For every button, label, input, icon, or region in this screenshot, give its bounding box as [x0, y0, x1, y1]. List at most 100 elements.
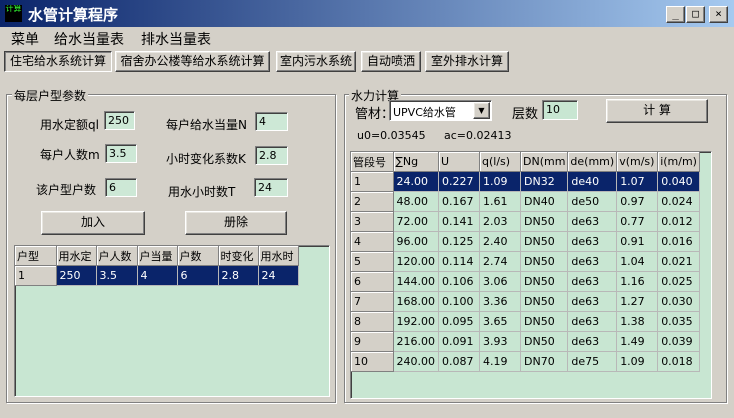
table-row[interactable]: 6 144.00 0.106 3.06 DN50 de63 1.16 0.025: [351, 271, 700, 292]
maximize-button[interactable]: □: [686, 6, 705, 23]
table-cell[interactable]: 3.93: [479, 331, 521, 352]
row-header-cell[interactable]: 2: [351, 191, 394, 212]
table-cell[interactable]: de63: [567, 211, 618, 232]
table-cell[interactable]: de63: [567, 271, 618, 292]
table-row[interactable]: 1 250 3.5 4 6 2.8 24: [15, 265, 299, 286]
col-header[interactable]: DN(mm: [520, 152, 569, 172]
table-cell[interactable]: 3.36: [479, 291, 521, 312]
minimize-button[interactable]: _: [666, 6, 685, 23]
table-cell[interactable]: 0.100: [438, 291, 480, 312]
table-cell[interactable]: DN70: [520, 351, 569, 372]
table-cell[interactable]: 1.49: [616, 331, 659, 352]
col-header[interactable]: 用水定: [56, 246, 97, 266]
table-cell[interactable]: DN50: [520, 311, 569, 332]
col-header[interactable]: 户当量: [137, 246, 178, 266]
households-input[interactable]: 6: [105, 178, 137, 197]
row-header-cell[interactable]: 6: [351, 271, 394, 292]
row-header-cell[interactable]: 5: [351, 251, 394, 272]
table-cell[interactable]: DN50: [520, 331, 569, 352]
row-header-cell[interactable]: 9: [351, 331, 394, 352]
table-cell[interactable]: 0.97: [616, 191, 659, 212]
table-cell[interactable]: de63: [567, 311, 618, 332]
table-cell[interactable]: 1.09: [479, 171, 521, 192]
household-table[interactable]: 户型 用水定 户人数 户当量 户数 时变化 用水时 1 250 3.5 4 6 …: [14, 245, 330, 397]
table-cell[interactable]: 0.030: [657, 291, 700, 312]
table-cell[interactable]: 120.00: [393, 251, 439, 272]
table-cell[interactable]: 0.125: [438, 231, 480, 252]
table-cell[interactable]: 1.38: [616, 311, 659, 332]
table-cell[interactable]: 3.06: [479, 271, 521, 292]
table-cell[interactable]: 1.61: [479, 191, 521, 212]
table-cell[interactable]: 168.00: [393, 291, 439, 312]
table-cell[interactable]: 0.087: [438, 351, 480, 372]
tab-auto-sprinkler[interactable]: 自动喷洒: [361, 51, 421, 72]
table-row[interactable]: 10 240.00 0.087 4.19 DN70 de75 1.09 0.018: [351, 351, 700, 372]
table-cell[interactable]: 250: [56, 265, 97, 286]
col-header[interactable]: 时变化: [218, 246, 259, 266]
col-header[interactable]: 用水时: [258, 246, 299, 266]
table-row[interactable]: 3 72.00 0.141 2.03 DN50 de63 0.77 0.012: [351, 211, 700, 232]
table-cell[interactable]: 2.74: [479, 251, 521, 272]
row-header-cell[interactable]: 10: [351, 351, 394, 372]
table-cell[interactable]: 3.5: [96, 265, 138, 286]
floors-input[interactable]: 10: [542, 100, 578, 120]
col-header[interactable]: U: [438, 152, 480, 172]
table-cell[interactable]: 0.016: [657, 231, 700, 252]
row-header-cell[interactable]: 1: [351, 171, 394, 192]
hour-coef-input[interactable]: 2.8: [255, 146, 288, 165]
table-cell[interactable]: 0.025: [657, 271, 700, 292]
hours-input[interactable]: 24: [254, 178, 288, 197]
menu-item-supply-equiv[interactable]: 给水当量表: [54, 29, 124, 49]
table-cell[interactable]: 0.012: [657, 211, 700, 232]
table-cell[interactable]: 1.16: [616, 271, 659, 292]
col-header[interactable]: 户数: [177, 246, 219, 266]
close-button[interactable]: ×: [709, 6, 728, 23]
table-cell[interactable]: 96.00: [393, 231, 439, 252]
table-cell[interactable]: 24.00: [393, 171, 439, 192]
menu-item-drain-equiv[interactable]: 排水当量表: [141, 29, 211, 49]
table-cell[interactable]: 0.091: [438, 331, 480, 352]
calculate-button[interactable]: 计 算: [606, 99, 708, 123]
table-cell[interactable]: 216.00: [393, 331, 439, 352]
col-header[interactable]: 管段号: [351, 152, 394, 172]
table-cell[interactable]: DN50: [520, 251, 569, 272]
table-row[interactable]: 4 96.00 0.125 2.40 DN50 de63 0.91 0.016: [351, 231, 700, 252]
table-cell[interactable]: 72.00: [393, 211, 439, 232]
water-quota-input[interactable]: 250: [104, 111, 135, 130]
table-cell[interactable]: 0.035: [657, 311, 700, 332]
table-row[interactable]: 2 48.00 0.167 1.61 DN40 de50 0.97 0.024: [351, 191, 700, 212]
table-cell[interactable]: 6: [177, 265, 219, 286]
table-cell[interactable]: 0.114: [438, 251, 480, 272]
table-cell[interactable]: 0.024: [657, 191, 700, 212]
table-row[interactable]: 8 192.00 0.095 3.65 DN50 de63 1.38 0.035: [351, 311, 700, 332]
table-row[interactable]: 5 120.00 0.114 2.74 DN50 de63 1.04 0.021: [351, 251, 700, 272]
table-cell[interactable]: 3.65: [479, 311, 521, 332]
col-header[interactable]: 户型: [15, 246, 57, 266]
table-cell[interactable]: DN50: [520, 231, 569, 252]
menu-item-menu[interactable]: 菜单: [11, 29, 39, 49]
material-select[interactable]: UPVC给水管 ▼: [389, 100, 492, 121]
table-cell[interactable]: de63: [567, 291, 618, 312]
table-cell[interactable]: de75: [567, 351, 618, 372]
chevron-down-icon[interactable]: ▼: [473, 102, 490, 119]
row-header-cell[interactable]: 7: [351, 291, 394, 312]
table-cell[interactable]: DN50: [520, 271, 569, 292]
table-cell[interactable]: 1.09: [616, 351, 659, 372]
table-cell[interactable]: 0.91: [616, 231, 659, 252]
table-row[interactable]: 1 24.00 0.227 1.09 DN32 de40 1.07 0.040: [351, 171, 700, 192]
row-header-cell[interactable]: 4: [351, 231, 394, 252]
equiv-input[interactable]: 4: [255, 112, 288, 131]
table-cell[interactable]: de40: [567, 171, 618, 192]
table-cell[interactable]: 0.095: [438, 311, 480, 332]
table-cell[interactable]: 48.00: [393, 191, 439, 212]
tab-indoor-sewage[interactable]: 室内污水系统: [276, 51, 356, 72]
table-cell[interactable]: DN50: [520, 291, 569, 312]
col-header[interactable]: q(l/s): [479, 152, 521, 172]
table-cell[interactable]: 0.141: [438, 211, 480, 232]
delete-button[interactable]: 册除: [185, 211, 287, 235]
table-row[interactable]: 9 216.00 0.091 3.93 DN50 de63 1.49 0.039: [351, 331, 700, 352]
table-cell[interactable]: 0.227: [438, 171, 480, 192]
table-cell[interactable]: 4: [137, 265, 178, 286]
table-cell[interactable]: 192.00: [393, 311, 439, 332]
row-header-cell[interactable]: 8: [351, 311, 394, 332]
